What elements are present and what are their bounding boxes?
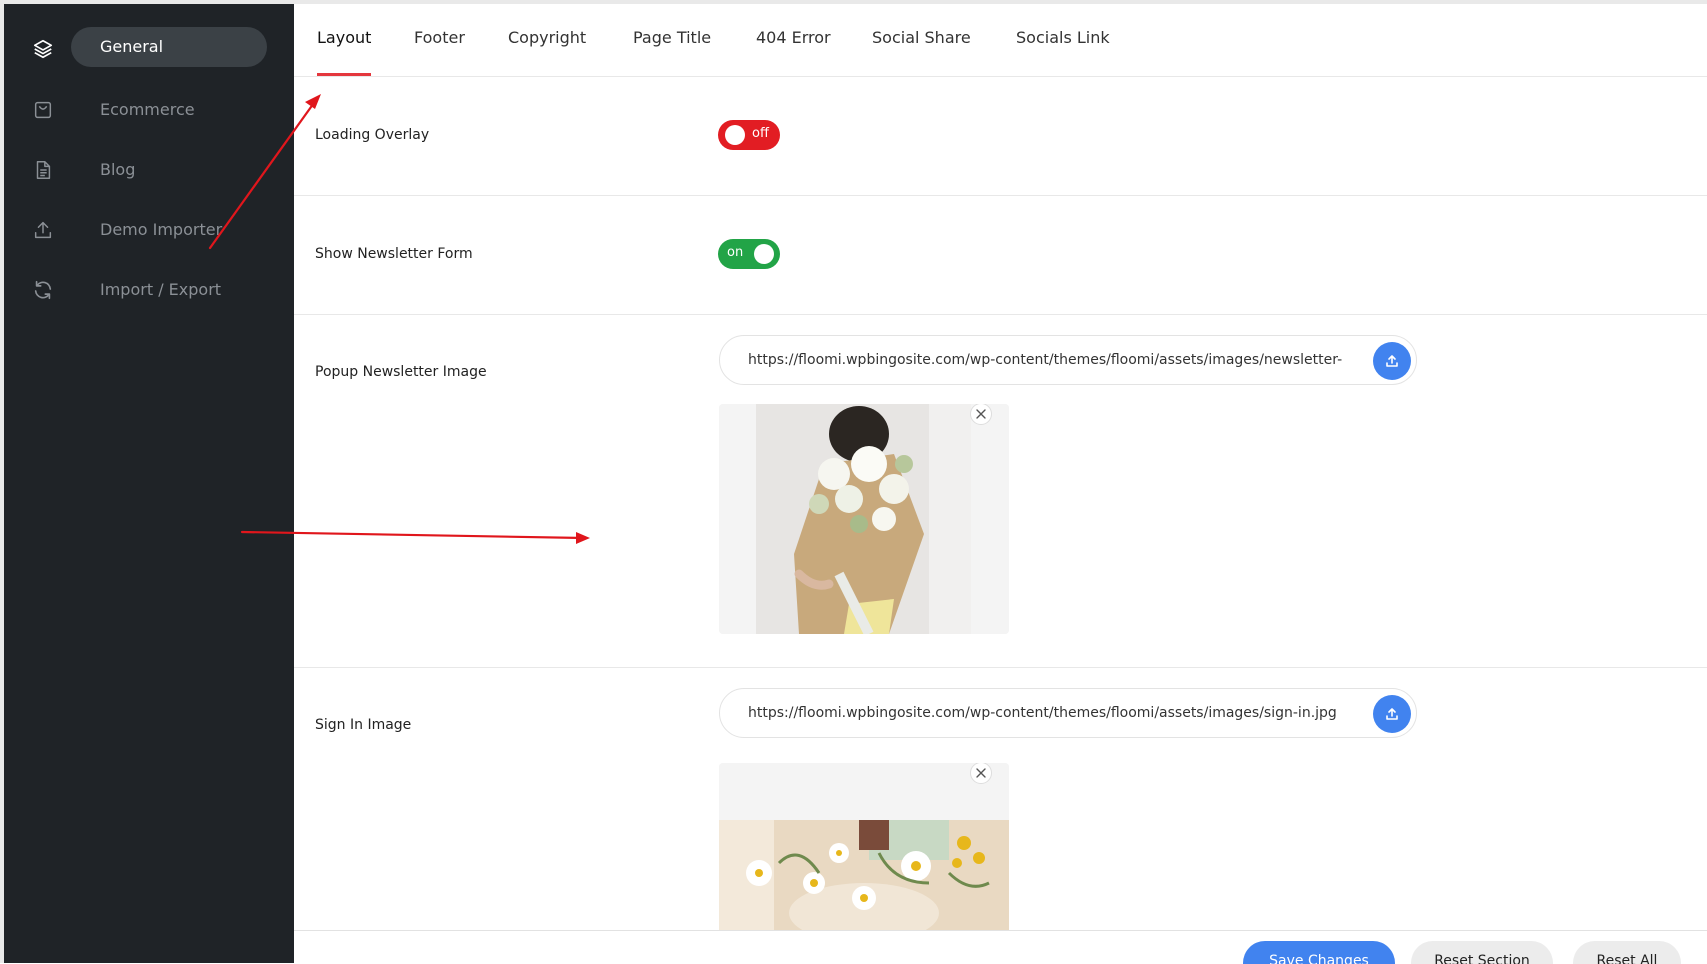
reset-all-button[interactable]: Reset All [1573,941,1681,964]
sidebar: General Ecommerce Blog Demo Importer Imp… [4,4,294,963]
setting-label: Show Newsletter Form [315,246,473,262]
signin-image-url-field[interactable] [719,688,1417,738]
toggle-state-text: on [727,245,744,260]
popup-image-url-input[interactable] [748,336,1358,384]
setting-row-loading-overlay: Loading Overlay off [294,76,1707,196]
sidebar-item-general[interactable]: General [4,27,294,71]
setting-label: Popup Newsletter Image [315,364,487,380]
sidebar-item-label: Import / Export [100,280,222,299]
popup-image-upload-button[interactable] [1373,342,1411,380]
sidebar-item-label: Ecommerce [100,100,195,119]
flower-bouquet-photo [719,404,1009,634]
toggle-state-text: off [752,126,769,141]
newsletter-form-toggle[interactable]: on [718,239,780,269]
document-icon [32,159,54,181]
toggle-knob [725,125,745,145]
app-window: General Ecommerce Blog Demo Importer Imp… [0,0,1707,964]
tab-page-title[interactable]: Page Title [633,28,711,47]
sidebar-item-label: Demo Importer [100,220,223,239]
sidebar-item-blog[interactable]: Blog [4,148,294,192]
toggle-knob [754,244,774,264]
upload-icon [32,219,54,241]
setting-label: Loading Overlay [315,127,430,143]
remove-signin-image-button[interactable] [970,763,992,784]
loading-overlay-toggle[interactable]: off [718,120,780,150]
reset-section-button[interactable]: Reset Section [1411,941,1553,964]
tab-social-share[interactable]: Social Share [872,28,971,47]
settings-panel: Layout Footer Copyright Page Title 404 E… [294,4,1707,964]
setting-label: Sign In Image [315,717,412,733]
footer-action-bar: Save Changes Reset Section Reset All [294,930,1707,964]
sidebar-item-label: General [100,37,164,56]
save-changes-button[interactable]: Save Changes [1243,941,1395,964]
tab-copyright[interactable]: Copyright [508,28,586,47]
tab-404-error[interactable]: 404 Error [756,28,831,47]
daisy-vase-photo [719,763,1009,930]
setting-row-newsletter-form: Show Newsletter Form on [294,196,1707,315]
tab-footer[interactable]: Footer [414,28,465,47]
close-icon [976,768,986,778]
signin-image-upload-button[interactable] [1373,695,1411,733]
close-icon [976,409,986,419]
setting-row-popup-image: Popup Newsletter Image [294,315,1707,668]
sidebar-item-demo-importer[interactable]: Demo Importer [4,208,294,252]
sidebar-item-label: Blog [100,160,136,179]
layers-icon [32,38,54,60]
signin-image-preview [719,763,1009,930]
popup-image-url-field[interactable] [719,335,1417,385]
sidebar-item-import-export[interactable]: Import / Export [4,268,294,312]
sidebar-item-ecommerce[interactable]: Ecommerce [4,88,294,132]
popup-image-preview [719,404,1009,634]
shopping-bag-icon [32,99,54,121]
sync-icon [32,279,54,301]
signin-image-url-input[interactable] [748,689,1358,737]
tab-bar: Layout Footer Copyright Page Title 404 E… [294,4,1707,77]
tab-socials-link[interactable]: Socials Link [1016,28,1110,47]
remove-popup-image-button[interactable] [970,404,992,425]
upload-icon [1386,355,1398,367]
tab-layout[interactable]: Layout [317,28,371,47]
setting-row-signin-image: Sign In Image [294,668,1707,930]
upload-icon [1386,708,1398,720]
